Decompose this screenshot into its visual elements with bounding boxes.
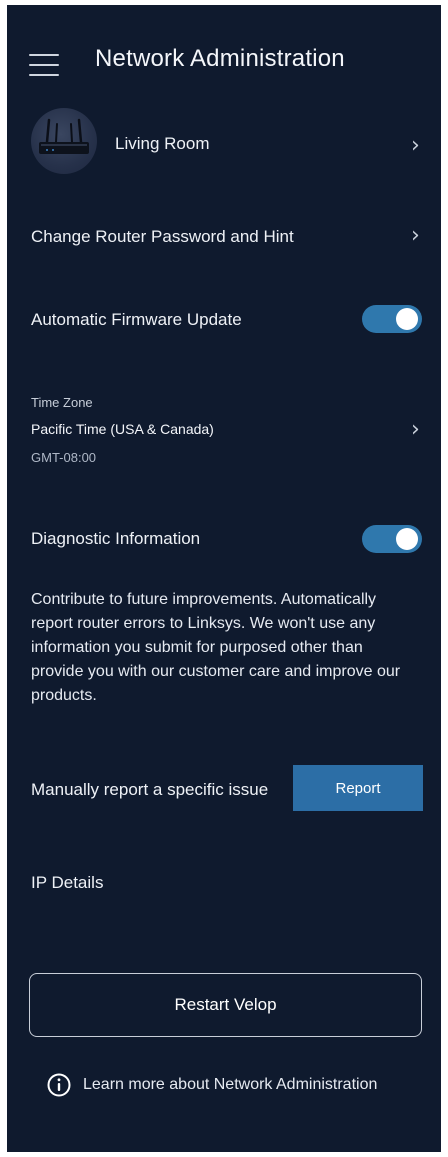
router-row[interactable]: Living Room › [7,103,441,181]
ip-details-row[interactable]: IP Details [7,863,441,903]
firmware-update-toggle[interactable] [362,305,422,333]
time-zone-offset: GMT-08:00 [31,450,97,465]
diagnostic-toggle[interactable] [362,525,422,553]
time-zone-label: Time Zone [31,395,93,410]
firmware-update-label: Automatic Firmware Update [31,310,242,329]
learn-more-link[interactable]: Learn more about Network Administration [83,1076,377,1094]
page-title: Network Administration [95,45,345,72]
router-image [31,108,97,174]
change-password-label: Change Router Password and Hint [31,227,294,246]
time-zone-row[interactable]: Time Zone Pacific Time (USA & Canada) GM… [7,390,441,470]
chevron-right-icon: › [411,133,420,158]
info-circle-icon[interactable] [47,1073,71,1097]
diagnostic-description: Contribute to future improvements. Autom… [31,591,401,704]
manual-report-label: Manually report a specific issue [31,780,269,799]
change-password-row[interactable]: Change Router Password and Hint › [7,215,441,259]
chevron-right-icon: › [411,417,420,442]
toggle-knob [396,528,418,550]
restart-velop-button[interactable]: Restart Velop [29,973,422,1037]
diagnostic-label: Diagnostic Information [31,529,201,548]
ip-details-label: IP Details [31,873,104,892]
chevron-right-icon: › [411,223,420,248]
toggle-knob [396,308,418,330]
network-administration-screen: Network Administration Living Room › Cha… [7,5,441,1152]
hamburger-menu-icon[interactable] [29,52,61,78]
router-name: Living Room [115,134,210,153]
router-icon [39,118,89,154]
report-button[interactable]: Report [293,765,423,811]
time-zone-value: Pacific Time (USA & Canada) [31,421,214,437]
